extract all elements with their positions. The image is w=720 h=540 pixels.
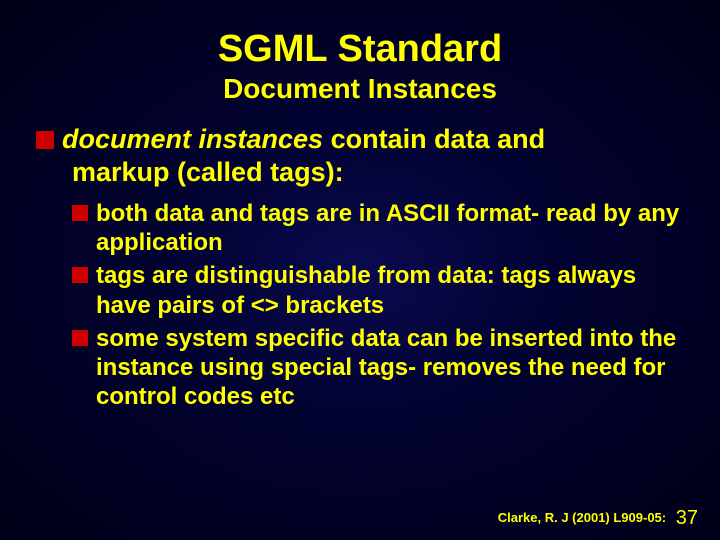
list-item-text: both data and tags are in ASCII format- … — [96, 199, 684, 258]
citation-text: Clarke, R. J (2001) L909-05: — [498, 510, 666, 525]
slide-subtitle: Document Instances — [30, 73, 690, 105]
lead-rest: contain data and — [323, 124, 545, 154]
emphasis-text: document instances — [62, 124, 323, 154]
bullet-level2-group: both data and tags are in ASCII format- … — [36, 199, 684, 412]
square-bullet-icon — [72, 267, 88, 283]
list-item: some system specific data can be inserte… — [72, 324, 684, 412]
list-item-text: tags are distinguishable from data: tags… — [96, 261, 684, 320]
list-item: both data and tags are in ASCII format- … — [72, 199, 684, 258]
bullet-level1: document instances contain data and mark… — [36, 123, 684, 189]
list-item: tags are distinguishable from data: tags… — [72, 261, 684, 320]
list-item-text: some system specific data can be inserte… — [96, 324, 684, 412]
slide: SGML Standard Document Instances documen… — [0, 0, 720, 540]
square-bullet-icon — [72, 330, 88, 346]
page-number: 37 — [676, 507, 698, 529]
footer: Clarke, R. J (2001) L909-05: 37 — [498, 507, 698, 530]
lead-continuation: markup (called tags): — [36, 156, 684, 189]
slide-title: SGML Standard — [30, 28, 690, 71]
square-bullet-icon — [36, 131, 54, 149]
square-bullet-icon — [72, 205, 88, 221]
slide-body: document instances contain data and mark… — [30, 123, 690, 412]
